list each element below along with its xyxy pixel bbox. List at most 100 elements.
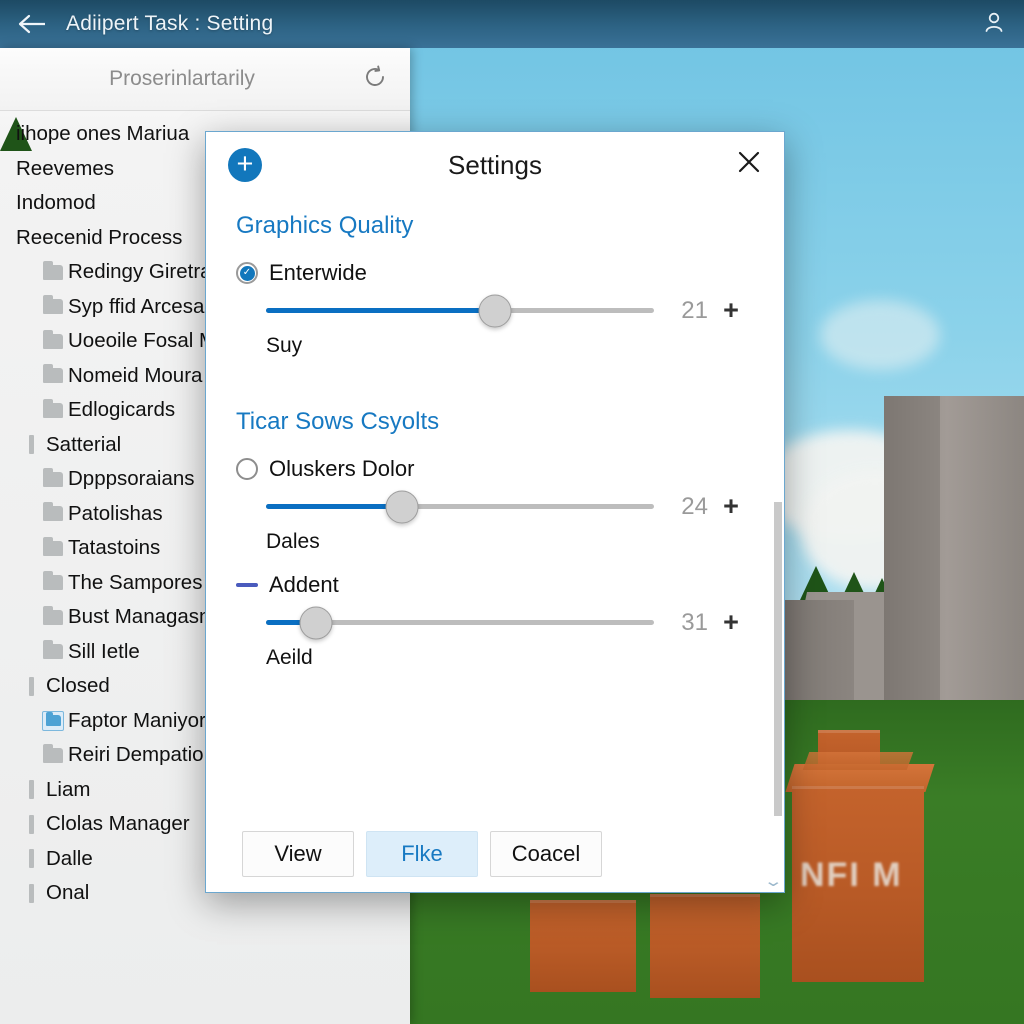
close-button[interactable] [736, 149, 762, 181]
tree-item[interactable]: The Sampores [16, 566, 202, 601]
refresh-icon [366, 65, 384, 86]
tree-item[interactable]: Edlogicards [16, 393, 175, 428]
tree-item[interactable]: Tatastoins [16, 531, 160, 566]
slider-track[interactable] [266, 606, 654, 639]
folder-icon [38, 571, 68, 591]
tree-item[interactable]: Uoeoile Fosal Ma [16, 324, 228, 359]
tree-item-label: Uoeoile Fosal Ma [68, 329, 228, 353]
radio-unchecked-icon[interactable] [236, 458, 258, 480]
option-label: Enterwide [269, 260, 367, 285]
slider-thumb[interactable] [385, 490, 419, 523]
slider-thumb[interactable] [299, 606, 333, 639]
option-row[interactable]: ✓ Enterwide [236, 260, 754, 286]
account-person-icon [985, 12, 1003, 32]
radio-checked-icon[interactable]: ✓ [236, 262, 258, 284]
explorer-searchbar: Proserinlartarily [0, 48, 410, 111]
folder-selected-icon [38, 710, 68, 731]
bar-icon [16, 814, 46, 834]
slider-value: 24 [681, 492, 708, 520]
tree-item-label: Indomod [16, 191, 96, 215]
slider-sub-label: Aeild [266, 646, 313, 669]
tree-item-label: Tatastoins [68, 536, 161, 560]
folder-icon [38, 605, 68, 625]
slider-row: 21 + [236, 294, 754, 327]
tree-item-label: Liam [46, 777, 91, 801]
tree-item[interactable]: Syp ffid Arcesan [16, 290, 216, 325]
dialog-scrollbar[interactable] [774, 502, 782, 816]
tree-item[interactable]: Sill Ietle [16, 635, 140, 670]
slider-thumb[interactable] [478, 294, 512, 327]
slider-sub-label: Dales [266, 530, 320, 553]
slider-sub-label: Suy [266, 334, 303, 357]
tree-item[interactable]: Reiri Dempation [16, 738, 215, 773]
tree-item[interactable]: Nomeid Moura s [16, 359, 218, 394]
bar-icon [16, 435, 46, 455]
add-button[interactable]: + [228, 148, 262, 182]
folder-icon [38, 398, 68, 418]
bar-icon [16, 883, 46, 903]
bar-icon [16, 676, 46, 696]
tree-item-label: Closed [46, 674, 110, 698]
refresh-button[interactable] [362, 64, 388, 95]
plus-circle-icon: + [236, 148, 254, 180]
search-input[interactable]: Proserinlartarily [2, 67, 362, 91]
tree-item-label: Reiri Dempation [68, 743, 215, 767]
back-button[interactable] [18, 13, 58, 35]
section-heading: Graphics Quality [236, 212, 414, 239]
folder-icon [38, 260, 68, 280]
section-heading: Ticar Sows Csyolts [236, 408, 440, 435]
resize-grip-icon[interactable]: ⌄ [764, 872, 784, 890]
top-header-bar: Adiipert Task : Setting [0, 0, 1024, 48]
slider-value: 21 [681, 296, 708, 324]
slider-track[interactable] [266, 490, 654, 523]
tree-item-label: Bust Managasns [68, 605, 221, 629]
slider-increment-button[interactable]: + [708, 491, 754, 522]
tree-item[interactable]: Dpppsoraians [16, 462, 195, 497]
slider-increment-button[interactable]: + [708, 295, 754, 326]
tree-item-label: Reevemes [16, 156, 114, 180]
slider-track[interactable] [266, 294, 654, 327]
flke-button[interactable]: Flke [366, 831, 478, 877]
tree-item-label: Reecenid Process [16, 225, 183, 249]
slider-row: 24 + [236, 490, 754, 523]
settings-sections: Graphics Quality ✓ Enterwide 21 + Suy Ticar So… [236, 212, 754, 670]
view-button[interactable]: View [242, 831, 354, 877]
tree-item-label: Edlogicards [68, 398, 176, 422]
account-button[interactable] [982, 10, 1006, 39]
crate-top-face [802, 752, 914, 770]
tree-item-label: The Sampores [68, 570, 203, 594]
slider-value: 31 [681, 608, 708, 636]
option-label: Addent [269, 572, 339, 597]
tree-item[interactable]: Patolishas [16, 497, 163, 532]
crate-block [530, 900, 636, 992]
close-x-icon [738, 151, 760, 173]
dash-icon [236, 583, 258, 587]
tree-item-label: Onal [46, 881, 90, 905]
option-row[interactable]: Addent [236, 572, 754, 598]
slider-row: 31 + [236, 606, 754, 639]
dialog-button-group: View Flke Coacel [242, 831, 602, 877]
coacel-button[interactable]: Coacel [490, 831, 602, 877]
tree-item-label: Satterial [46, 432, 122, 456]
bar-icon [16, 780, 46, 800]
tree-item[interactable]: Bust Managasns [16, 600, 221, 635]
tree-item-label: Patolishas [68, 501, 163, 525]
folder-icon [38, 502, 68, 522]
folder-icon [38, 536, 68, 556]
tree-item-label: Nomeid Moura s [68, 363, 219, 387]
tree-item-label: Syp ffid Arcesan [68, 294, 216, 318]
option-row[interactable]: Oluskers Dolor [236, 456, 754, 482]
tree-item-label: Dpppsoraians [68, 467, 195, 491]
folder-icon [38, 329, 68, 349]
crate-text: NFI M [800, 856, 903, 894]
slider-increment-button[interactable]: + [708, 607, 754, 638]
tree-item[interactable]: Faptor Maniyorica [16, 704, 232, 739]
dialog-header: + Settings [206, 132, 784, 198]
dialog-body: Graphics Quality ✓ Enterwide 21 + Suy Ticar So… [206, 198, 784, 816]
tree-item[interactable]: Redingy Giretrac [16, 255, 222, 290]
folder-icon [38, 364, 68, 384]
settings-dialog: + Settings Graphics Quality ✓ Enterwide 21 +… [205, 131, 785, 893]
folder-icon [38, 640, 68, 660]
